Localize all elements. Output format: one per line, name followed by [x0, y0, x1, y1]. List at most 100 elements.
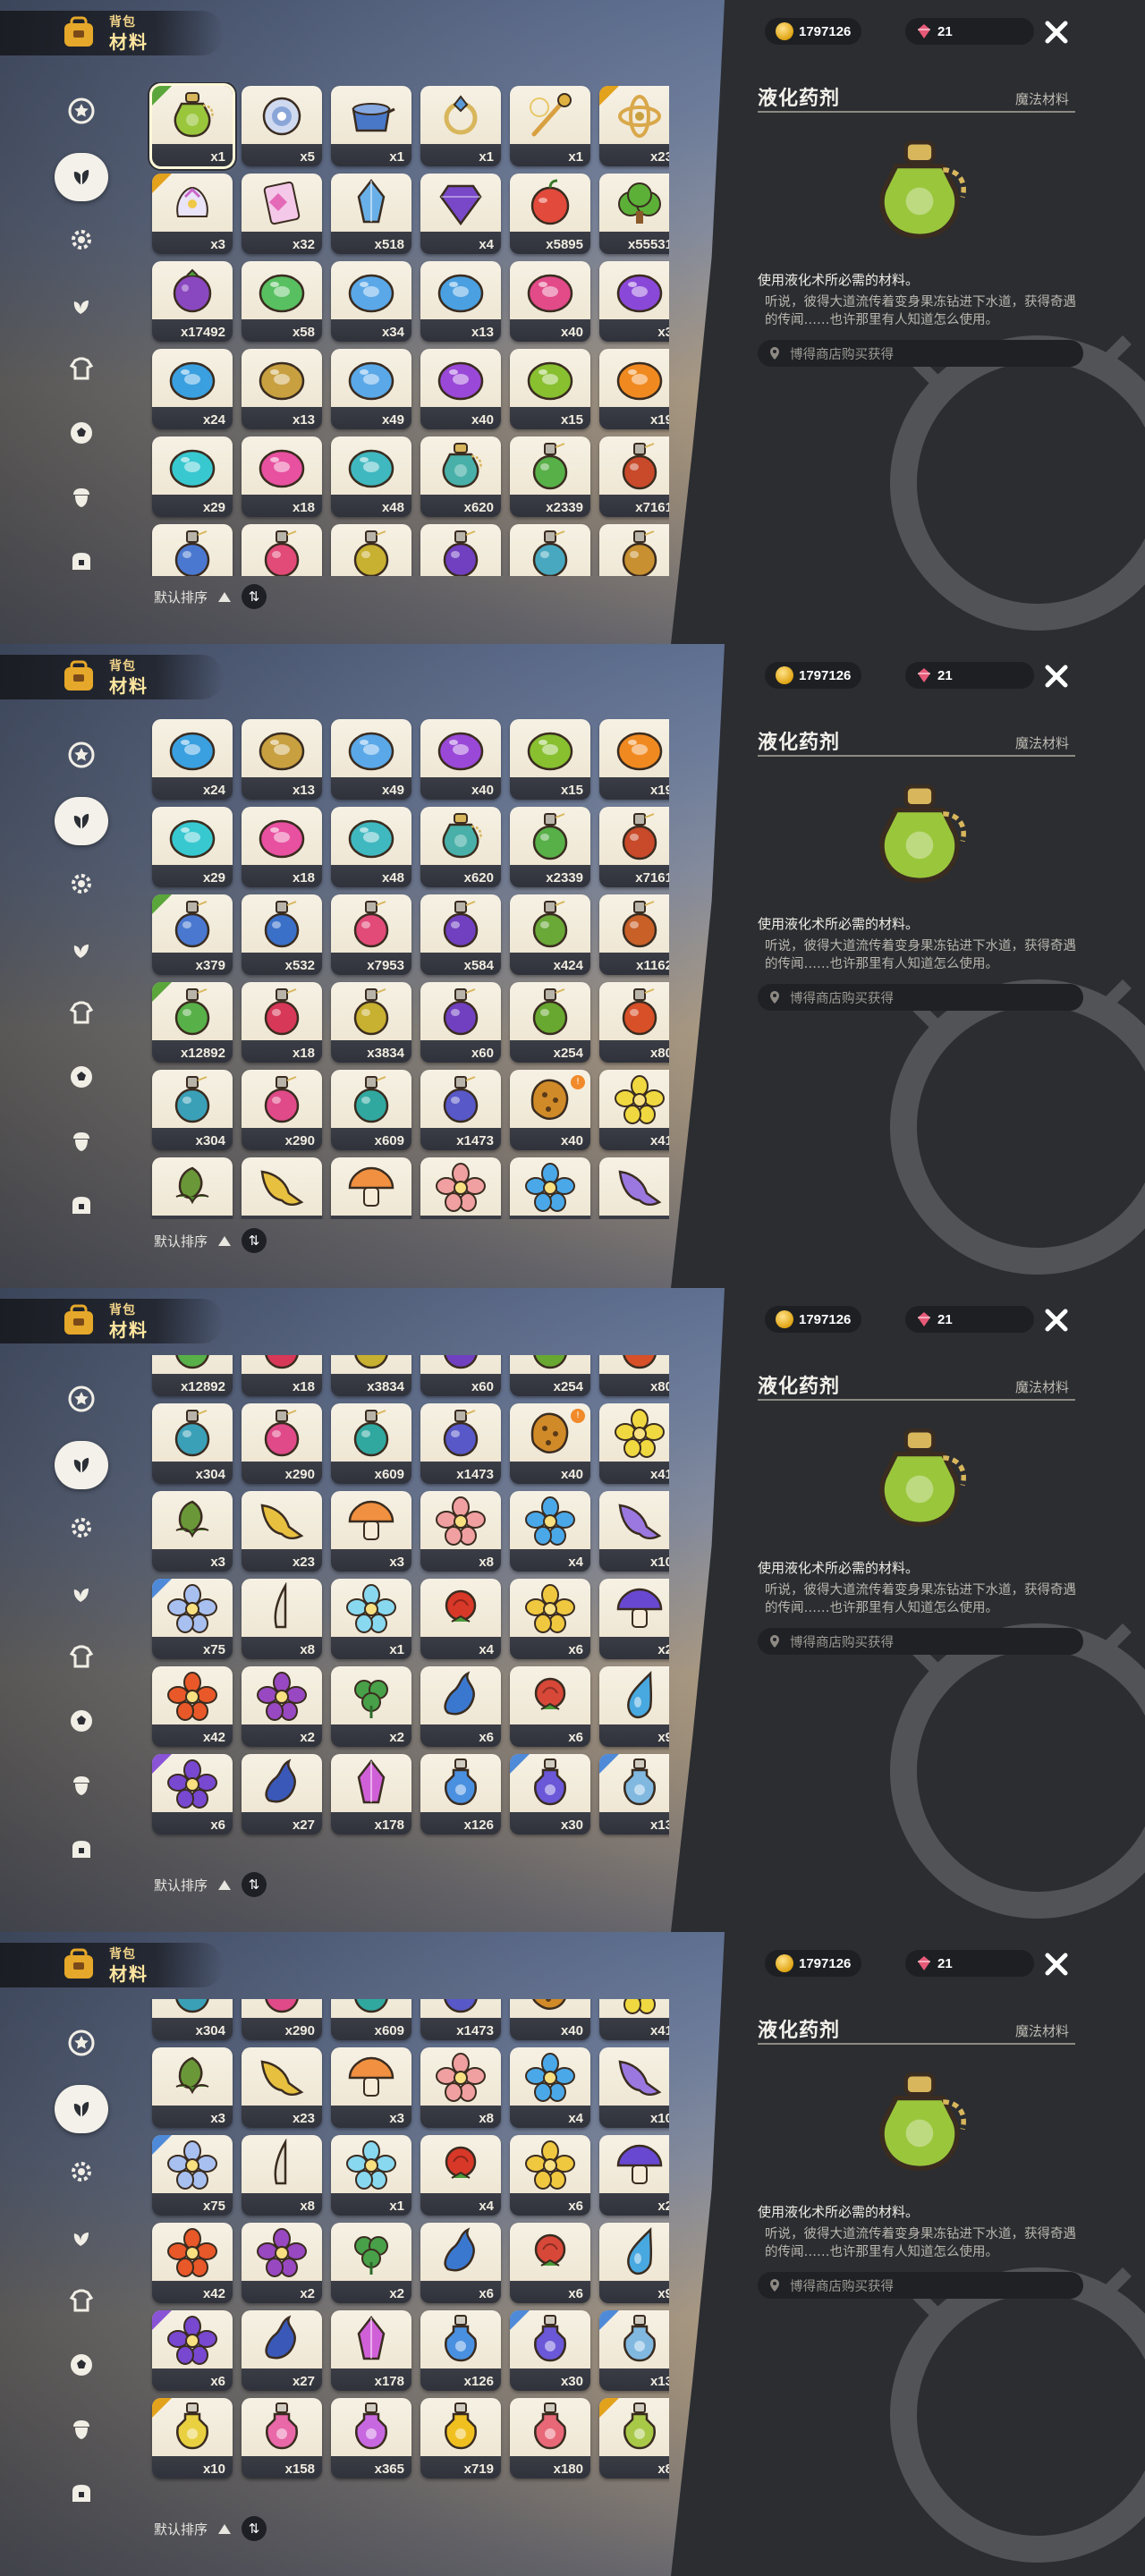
nav-favorites[interactable] — [54, 1377, 109, 1424]
nav-furniture[interactable] — [54, 540, 109, 587]
item-slot[interactable]: x1473 — [420, 1999, 501, 2040]
item-slot[interactable]: x8 — [242, 1579, 322, 1659]
gem-counter[interactable]: 21 — [905, 1306, 1034, 1333]
item-slot[interactable]: x13 — [599, 2310, 669, 2391]
item-slot[interactable]: x18 — [242, 1355, 322, 1396]
nav-seeds[interactable] — [54, 476, 109, 522]
item-slot[interactable]: x2 — [331, 1666, 411, 1747]
item-slot[interactable] — [242, 524, 322, 576]
item-slot[interactable]: x60 — [420, 982, 501, 1063]
item-slot[interactable]: x10 — [599, 1491, 669, 1572]
close-icon[interactable] — [1042, 1950, 1071, 1979]
item-slot[interactable]: x3834 — [331, 1355, 411, 1396]
nav-materials[interactable] — [54, 153, 109, 201]
nav-furniture[interactable] — [54, 1184, 109, 1231]
item-slot[interactable]: x24 — [152, 719, 233, 800]
nav-plants[interactable] — [54, 927, 109, 973]
item-slot[interactable]: x5 — [242, 86, 322, 166]
item-slot[interactable]: x75 — [152, 2135, 233, 2216]
item-slot[interactable]: x10 — [599, 2047, 669, 2128]
nav-plants[interactable] — [54, 283, 109, 329]
item-slot[interactable]: x158 — [242, 2398, 322, 2479]
item-slot[interactable]: x15 — [510, 349, 590, 429]
item-slot[interactable]: x6 — [510, 1579, 590, 1659]
nav-favorites[interactable] — [54, 89, 109, 136]
close-icon[interactable] — [1042, 18, 1071, 47]
item-slot[interactable]: x178 — [331, 1754, 411, 1835]
item-slot[interactable] — [152, 1157, 233, 1219]
item-slot[interactable]: x55531 — [599, 174, 669, 254]
nav-plants[interactable] — [54, 2215, 109, 2261]
item-slot[interactable]: x379 — [152, 894, 233, 975]
nav-outfits[interactable] — [54, 1635, 109, 1682]
nav-outfits[interactable] — [54, 347, 109, 394]
item-slot[interactable]: x3 — [331, 1491, 411, 1572]
nav-favorites[interactable] — [54, 2021, 109, 2068]
item-slot[interactable]: x1473 — [420, 1403, 501, 1484]
sort-order-toggle[interactable]: ⇅ — [242, 2516, 267, 2541]
nav-sports[interactable] — [54, 2343, 109, 2390]
item-slot[interactable]: x2339 — [510, 436, 590, 517]
item-slot[interactable]: ! x40 — [510, 1070, 590, 1150]
item-slot[interactable] — [599, 1157, 669, 1219]
item-slot[interactable]: x48 — [331, 436, 411, 517]
item-slot[interactable]: x6 — [510, 1666, 590, 1747]
item-slot[interactable]: x6 — [510, 2223, 590, 2303]
item-slot[interactable]: x34 — [331, 261, 411, 342]
item-slot[interactable]: x9 — [599, 2223, 669, 2303]
sort-order-toggle[interactable]: ⇅ — [242, 584, 267, 609]
item-slot[interactable]: x290 — [242, 1999, 322, 2040]
item-slot[interactable]: x29 — [152, 436, 233, 517]
item-slot[interactable]: x3834 — [331, 982, 411, 1063]
nav-materials[interactable] — [54, 797, 109, 845]
item-slot[interactable]: x719 — [420, 2398, 501, 2479]
item-slot[interactable]: x7953 — [331, 894, 411, 975]
item-slot[interactable]: x40 — [420, 349, 501, 429]
item-slot[interactable]: x9 — [599, 1666, 669, 1747]
item-slot[interactable]: x3 — [152, 2047, 233, 2128]
item-slot[interactable]: x30 — [510, 2310, 590, 2391]
item-slot[interactable]: x2 — [599, 1579, 669, 1659]
sort-up-icon[interactable] — [218, 591, 232, 602]
item-slot[interactable]: x609 — [331, 1070, 411, 1150]
sort-up-icon[interactable] — [218, 2523, 232, 2534]
item-slot[interactable]: x75 — [152, 1579, 233, 1659]
item-slot[interactable]: x518 — [331, 174, 411, 254]
item-slot[interactable]: x7161 — [599, 436, 669, 517]
item-slot[interactable]: x1 — [420, 86, 501, 166]
item-slot[interactable]: x2339 — [510, 807, 590, 887]
sort-label[interactable]: 默认排序 — [154, 1876, 208, 1894]
nav-seeds[interactable] — [54, 2408, 109, 2454]
nav-sports[interactable] — [54, 1055, 109, 1102]
item-slot[interactable] — [599, 524, 669, 576]
item-slot[interactable]: x1 — [149, 83, 235, 169]
nav-outfits[interactable] — [54, 991, 109, 1038]
item-slot[interactable]: x42 — [152, 2223, 233, 2303]
item-slot[interactable]: x18 — [242, 436, 322, 517]
sort-label[interactable]: 默认排序 — [154, 1232, 208, 1250]
item-slot[interactable]: x609 — [331, 1403, 411, 1484]
item-slot[interactable]: x60 — [420, 1355, 501, 1396]
item-slot[interactable]: x254 — [510, 982, 590, 1063]
item-slot[interactable]: x40 — [510, 261, 590, 342]
item-slot[interactable] — [510, 1157, 590, 1219]
item-slot[interactable]: x6 — [420, 2223, 501, 2303]
item-slot[interactable]: x178 — [331, 2310, 411, 2391]
nav-gear[interactable] — [54, 1506, 109, 1553]
nav-gear[interactable] — [54, 218, 109, 265]
nav-furniture[interactable] — [54, 2472, 109, 2519]
nav-furniture[interactable] — [54, 1828, 109, 1875]
item-slot[interactable]: x19 — [599, 349, 669, 429]
item-slot[interactable]: x4 — [510, 1491, 590, 1572]
item-slot[interactable]: x1162 — [599, 894, 669, 975]
item-slot[interactable]: x620 — [420, 807, 501, 887]
item-slot[interactable]: x13 — [420, 261, 501, 342]
item-slot[interactable]: x40 — [420, 719, 501, 800]
item-slot[interactable]: x180 — [510, 2398, 590, 2479]
item-slot[interactable]: x17492 — [152, 261, 233, 342]
sort-up-icon[interactable] — [218, 1879, 232, 1890]
item-slot[interactable]: ! x40 — [510, 1403, 590, 1484]
item-slot[interactable]: x27 — [242, 2310, 322, 2391]
nav-gear[interactable] — [54, 2150, 109, 2197]
item-slot[interactable]: x304 — [152, 1999, 233, 2040]
